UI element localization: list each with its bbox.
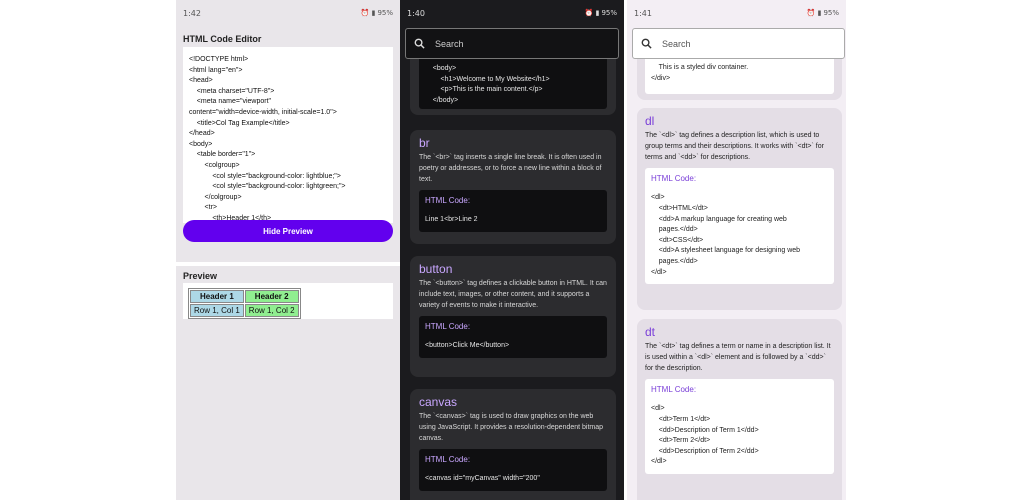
tag-description: The `<br>` tag inserts a single line bre… <box>419 154 602 183</box>
alarm-icon: ⏰ <box>360 9 370 17</box>
preview-title: Preview <box>183 271 218 281</box>
code-block: HTML Code: <button>Click Me</button> <box>419 316 607 358</box>
status-bar: 1:41 ⏰ ▮ 95% <box>627 0 846 26</box>
tag-description: The `<button>` tag defines a clickable b… <box>419 280 607 309</box>
search-icon <box>641 38 652 49</box>
preview-pane: Header 1 Header 2 Row 1, Col 1 Row 1, Co… <box>183 283 393 319</box>
tag-card-partial: This is a styled div container. </div> <box>637 58 842 100</box>
tag-card-button[interactable]: button The `<button>` tag defines a clic… <box>410 256 616 377</box>
code-label: HTML Code: <box>651 174 697 184</box>
status-time: 1:41 <box>634 8 652 18</box>
search-bar[interactable] <box>405 28 619 59</box>
tag-card-dt[interactable]: dt The `<dt>` tag defines a term or name… <box>637 319 842 500</box>
table-cell-1: Row 1, Col 1 <box>190 304 244 317</box>
signal-icon: ▮ <box>595 9 600 17</box>
hide-preview-button[interactable]: Hide Preview <box>183 220 393 242</box>
battery-level: 95% <box>823 9 839 17</box>
tag-name: button <box>419 262 453 276</box>
alarm-icon: ⏰ <box>806 9 816 17</box>
code-label: HTML Code: <box>425 455 471 465</box>
status-time: 1:42 <box>183 8 201 18</box>
tag-name: dt <box>645 325 656 339</box>
editor-title: HTML Code Editor <box>183 34 262 44</box>
search-input[interactable] <box>435 38 595 49</box>
tag-card-canvas[interactable]: canvas The `<canvas>` tag is used to dra… <box>410 389 616 500</box>
status-time: 1:40 <box>407 8 425 18</box>
editor-screen: 1:42 ⏰ ▮ 95% HTML Code Editor <!DOCTYPE … <box>176 0 400 500</box>
code-snippet: This is a styled div container. </div> <box>651 64 749 82</box>
code-block: This is a styled div container. </div> <box>645 58 834 94</box>
tag-card-dl[interactable]: dl The `<dl>` tag defines a description … <box>637 108 842 310</box>
battery-level: 95% <box>377 9 393 17</box>
code-block: HTML Code: <dl> <dt>Term 1</dt> <dd>Desc… <box>645 379 834 474</box>
code-snippet: <button>Click Me</button> <box>425 342 510 350</box>
tag-name: canvas <box>419 395 458 409</box>
code-block: HTML Code: <canvas id="myCanvas" width="… <box>419 449 607 491</box>
signal-icon: ▮ <box>371 9 376 17</box>
editor-card: HTML Code Editor <!DOCTYPE html> <html l… <box>176 26 400 260</box>
code-label: HTML Code: <box>425 196 471 206</box>
section-divider <box>176 262 400 266</box>
code-snippet: <dl> <dt>Term 1</dt> <dd>Description of … <box>651 405 759 466</box>
tag-card-br[interactable]: br The `<br>` tag inserts a single line … <box>410 130 616 244</box>
tag-description: The `<dt>` tag defines a term or name in… <box>645 343 831 372</box>
alarm-icon: ⏰ <box>584 9 594 17</box>
code-label: HTML Code: <box>425 322 471 332</box>
code-snippet: <body> <h1>Welcome to My Website</h1> <p… <box>432 65 550 104</box>
code-block: HTML Code: <dl> <dt>HTML</dt> <dd>A mark… <box>645 168 834 285</box>
battery-level: 95% <box>601 9 617 17</box>
signal-icon: ▮ <box>817 9 822 17</box>
table-cell-2: Row 1, Col 2 <box>244 304 299 317</box>
table-header-2: Header 2 <box>244 290 299 303</box>
tag-list-light-screen: 1:41 ⏰ ▮ 95% This is a styled div contai… <box>624 0 849 500</box>
status-bar: 1:40 ⏰ ▮ 95% <box>400 0 624 26</box>
tag-card-partial: <body> <h1>Welcome to My Website</h1> <p… <box>410 58 616 115</box>
tag-name: dl <box>645 114 655 128</box>
code-snippet: Line 1<br>Line 2 <box>425 216 478 224</box>
code-snippet: <canvas id="myCanvas" width="200" <box>425 475 540 483</box>
tag-description: The `<canvas>` tag is used to draw graph… <box>419 413 604 442</box>
table-header-1: Header 1 <box>190 290 244 303</box>
search-icon <box>414 38 425 49</box>
tag-description: The `<dl>` tag defines a description lis… <box>645 132 824 161</box>
tag-list-dark-screen: 1:40 ⏰ ▮ 95% <body> <h1>Welcome to My We… <box>400 0 624 500</box>
code-label: HTML Code: <box>651 385 697 395</box>
code-snippet: <dl> <dt>HTML</dt> <dd>A markup language… <box>651 194 801 276</box>
search-bar[interactable] <box>632 28 845 59</box>
code-block: <body> <h1>Welcome to My Website</h1> <p… <box>419 58 607 109</box>
code-editor-input[interactable]: <!DOCTYPE html> <html lang="en"> <head> … <box>183 47 393 223</box>
status-icons: ⏰ ▮ 95% <box>585 9 617 17</box>
search-input[interactable] <box>662 38 822 49</box>
preview-table: Header 1 Header 2 Row 1, Col 1 Row 1, Co… <box>188 288 301 319</box>
status-icons: ⏰ ▮ 95% <box>807 9 839 17</box>
status-icons: ⏰ ▮ 95% <box>361 9 393 17</box>
tag-name: br <box>419 136 430 150</box>
status-bar: 1:42 ⏰ ▮ 95% <box>176 0 400 26</box>
code-block: HTML Code: Line 1<br>Line 2 <box>419 190 607 232</box>
